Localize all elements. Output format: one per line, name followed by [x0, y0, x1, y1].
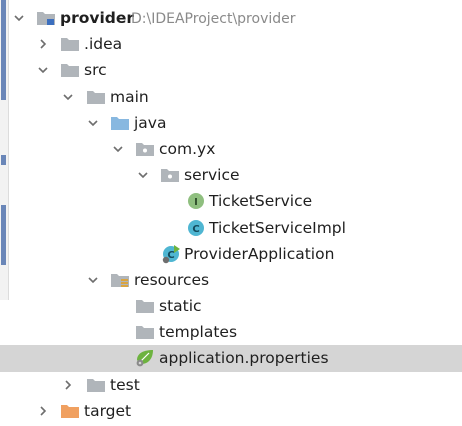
tree-label: ProviderApplication: [184, 244, 335, 263]
tree-row-service[interactable]: service: [0, 162, 462, 188]
tree-label: provider: [60, 9, 135, 27]
folder-icon: [86, 375, 106, 395]
package-icon: [135, 139, 155, 159]
folder-icon: [60, 34, 80, 54]
chevron-down-icon[interactable]: [110, 136, 126, 162]
tree-row-ticket-service[interactable]: I TicketService: [0, 188, 462, 214]
spring-boot-class-icon: C: [161, 244, 181, 264]
tree-label: java: [134, 113, 167, 132]
module-folder-icon: [36, 8, 56, 28]
chevron-down-icon[interactable]: [60, 84, 76, 110]
chevron-down-icon[interactable]: [135, 162, 151, 188]
tree-row-src[interactable]: src: [0, 57, 462, 83]
tree-row-templates[interactable]: templates: [0, 319, 462, 345]
package-icon: [160, 165, 180, 185]
tree-label: com.yx: [159, 139, 216, 158]
resources-root-folder-icon: [110, 270, 130, 290]
tree-row-ticket-service-impl[interactable]: C TicketServiceImpl: [0, 215, 462, 241]
chevron-right-icon[interactable]: [60, 372, 76, 398]
tree-path: D:\IDEAProject\provider: [131, 11, 296, 27]
svg-text:I: I: [194, 197, 198, 208]
interface-icon: I: [186, 191, 206, 211]
folder-icon: [135, 322, 155, 342]
tree-label: src: [84, 61, 107, 80]
tree-label: TicketService: [209, 192, 313, 211]
chevron-down-icon[interactable]: [35, 57, 51, 83]
chevron-right-icon[interactable]: [35, 31, 51, 57]
tree-label: service: [184, 166, 240, 185]
tree-label: target: [84, 401, 132, 420]
tree-label: application.properties: [159, 349, 329, 368]
tree-label: main: [110, 87, 149, 106]
spring-properties-icon: [135, 348, 155, 368]
tree-label-name: idea: [88, 35, 123, 54]
tree-label: .idea: [84, 35, 123, 54]
tree-row-application-properties[interactable]: application.properties: [0, 345, 462, 372]
svg-text:C: C: [192, 224, 199, 235]
chevron-right-icon[interactable]: [35, 398, 51, 424]
folder-icon: [135, 296, 155, 316]
project-tree: provider D:\IDEAProject\provider .idea s…: [0, 5, 462, 424]
tree-label: resources: [134, 270, 210, 289]
tree-row-test[interactable]: test: [0, 372, 462, 398]
tree-row-idea[interactable]: .idea: [0, 31, 462, 57]
tree-label: static: [159, 297, 202, 316]
tree-label: templates: [159, 323, 238, 342]
tree-row-com-yx[interactable]: com.yx: [0, 136, 462, 162]
folder-icon: [86, 87, 106, 107]
tree-label: TicketServiceImpl: [209, 218, 346, 237]
chevron-down-icon[interactable]: [11, 5, 27, 31]
tree-label: test: [110, 375, 140, 394]
source-root-folder-icon: [110, 113, 130, 133]
tree-row-main[interactable]: main: [0, 84, 462, 110]
chevron-down-icon[interactable]: [85, 110, 101, 136]
tree-row-static[interactable]: static: [0, 293, 462, 319]
tree-row-provider-application[interactable]: C ProviderApplication: [0, 241, 462, 267]
tree-row-java[interactable]: java: [0, 110, 462, 136]
class-icon: C: [186, 218, 206, 238]
tree-row-target[interactable]: target: [0, 398, 462, 424]
tree-row-provider[interactable]: provider D:\IDEAProject\provider: [0, 5, 462, 31]
folder-icon: [60, 60, 80, 80]
tree-row-resources[interactable]: resources: [0, 267, 462, 293]
chevron-down-icon[interactable]: [85, 267, 101, 293]
excluded-folder-icon: [60, 401, 80, 421]
